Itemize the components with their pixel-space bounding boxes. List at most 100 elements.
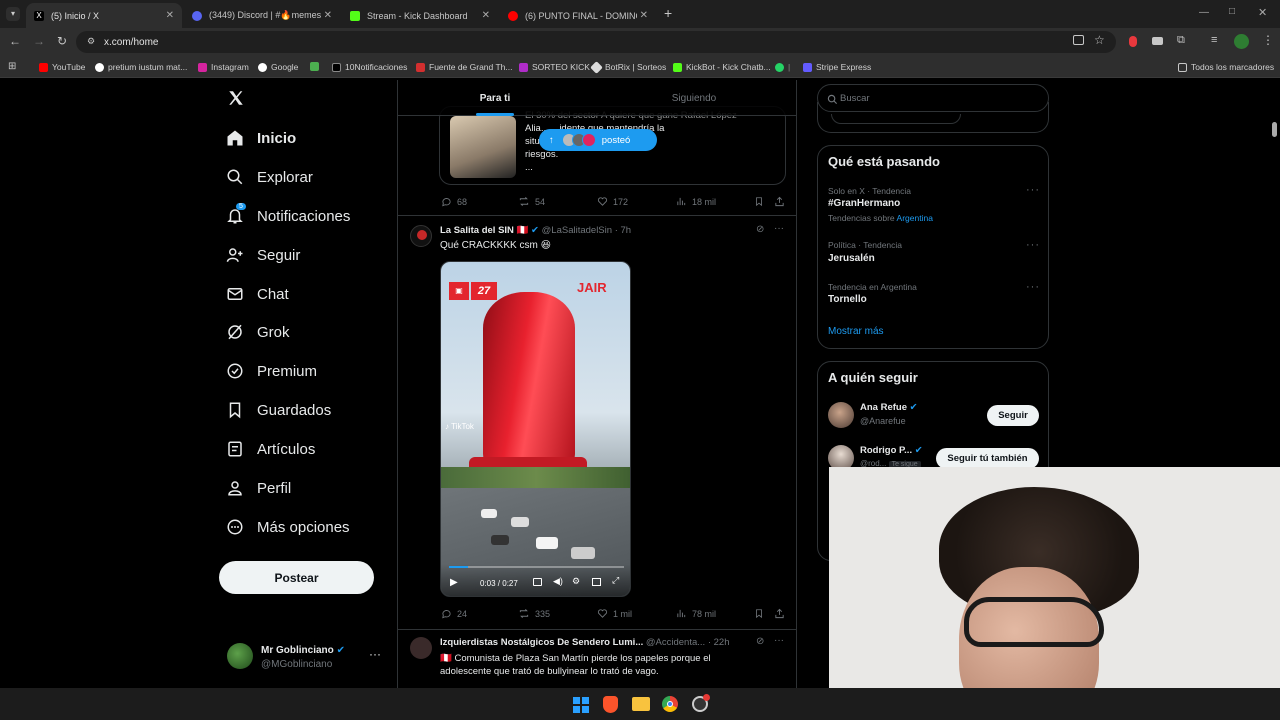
bookmark-star-icon[interactable]: ☆ xyxy=(1094,33,1105,47)
previous-widget-button[interactable] xyxy=(831,114,961,124)
sidebar-item-premium[interactable]: Premium xyxy=(226,356,317,386)
sidebar-item-notificaciones[interactable]: 5 Notificaciones xyxy=(226,201,350,231)
sidebar-item-grok[interactable]: Grok xyxy=(226,317,290,347)
trend-more-icon[interactable]: ··· xyxy=(1026,281,1040,293)
back-icon[interactable]: ← xyxy=(9,34,21,48)
post-time[interactable]: · 7h xyxy=(615,225,631,236)
bookmark-stripe[interactable]: Stripe Express xyxy=(803,62,871,72)
address-bar[interactable] xyxy=(76,31,1116,53)
maximize-icon[interactable]: □ xyxy=(1229,6,1235,17)
apps-grid-icon[interactable]: ⊞ xyxy=(8,61,16,72)
extension-record-icon[interactable] xyxy=(1129,36,1137,47)
account-switcher[interactable]: Mr Goblinciano ✔ @MGoblinciano ··· xyxy=(219,635,389,675)
close-tab-icon[interactable]: ✕ xyxy=(324,10,332,21)
obs-icon[interactable] xyxy=(692,694,710,712)
sidebar-item-chat[interactable]: Chat xyxy=(226,279,289,309)
pip-icon[interactable] xyxy=(592,578,601,586)
trend-name[interactable]: #GranHermano xyxy=(828,198,900,209)
follow-back-button[interactable]: Seguir tú también xyxy=(936,448,1039,469)
bookmark-instagram[interactable]: Instagram xyxy=(198,62,249,72)
repost-button[interactable]: 54 xyxy=(518,196,545,207)
browser-tab-kick[interactable]: Stream - Kick Dashboard ✕ xyxy=(342,3,498,28)
posted-pill[interactable]: ↑ posteó xyxy=(539,129,657,151)
bookmark-post-icon[interactable] xyxy=(754,608,769,619)
bookmark-10notificaciones[interactable]: 10Notificaciones xyxy=(332,62,407,72)
chrome-icon[interactable] xyxy=(662,696,678,712)
post-button[interactable]: Postear xyxy=(219,561,374,594)
brave-icon[interactable] xyxy=(603,696,618,713)
site-info-icon[interactable]: ⚙ xyxy=(87,36,95,47)
browser-tab-x[interactable]: X (5) Inicio / X ✕ xyxy=(26,3,182,28)
settings-icon[interactable]: ⚙ xyxy=(572,576,580,587)
share-icon[interactable] xyxy=(774,608,790,619)
repost-button[interactable]: 335 xyxy=(518,608,550,619)
scrollbar-thumb[interactable] xyxy=(1272,122,1277,137)
forward-icon[interactable]: → xyxy=(33,34,45,48)
sidebar-item-articulos[interactable]: Artículos xyxy=(226,434,315,464)
like-button[interactable]: 1 mil xyxy=(597,608,632,619)
sidebar-item-seguir[interactable]: Seguir xyxy=(226,240,300,270)
cast-icon[interactable] xyxy=(1073,35,1084,45)
author-handle[interactable]: @Accidenta... xyxy=(646,637,705,648)
extensions-puzzle-icon[interactable]: ⧉ xyxy=(1177,34,1185,47)
follow-button[interactable]: Seguir xyxy=(987,405,1039,426)
sidebar-item-explorar[interactable]: Explorar xyxy=(226,162,313,192)
browser-tab-youtube[interactable]: (6) PUNTO FINAL - DOMINGO 1 ✕ xyxy=(500,3,656,28)
media-icon[interactable]: ≡ xyxy=(1211,34,1217,46)
sidebar-item-mas-opciones[interactable]: Más opciones xyxy=(226,512,350,542)
close-window-icon[interactable]: ✕ xyxy=(1258,6,1267,19)
bookmark-post-icon[interactable] xyxy=(754,196,769,207)
grok-post-icon[interactable]: ⊘ xyxy=(756,636,764,647)
minimize-icon[interactable]: — xyxy=(1199,7,1209,18)
sidebar-item-inicio[interactable]: Inicio xyxy=(226,123,296,153)
trend-more-icon[interactable]: ··· xyxy=(1026,184,1040,196)
trend-more-icon[interactable]: ··· xyxy=(1026,239,1040,251)
suggestion-name[interactable]: Rodrigo P... ✔ xyxy=(860,445,923,456)
video-progress[interactable] xyxy=(449,566,624,568)
extension-icon[interactable] xyxy=(1152,37,1163,45)
like-button[interactable]: 172 xyxy=(597,196,628,207)
author-name[interactable]: La Salita del SIN xyxy=(440,225,514,236)
bookmark-pretium[interactable]: pretium iustum mat... xyxy=(95,62,187,72)
share-icon[interactable] xyxy=(774,196,790,207)
close-tab-icon[interactable]: ✕ xyxy=(482,10,490,21)
post-more-icon[interactable]: ··· xyxy=(774,223,784,234)
trend-name[interactable]: Tornello xyxy=(828,294,867,305)
volume-icon[interactable]: ◀) xyxy=(553,576,563,587)
file-explorer-icon[interactable] xyxy=(632,697,650,711)
suggestion-name[interactable]: Ana Refue ✔ xyxy=(860,402,918,413)
play-icon[interactable]: ▶ xyxy=(450,577,458,588)
browser-tab-discord[interactable]: (3449) Discord | #🔥memes ✕ xyxy=(184,3,340,28)
sidebar-item-perfil[interactable]: Perfil xyxy=(226,473,291,503)
bookmark-google[interactable]: Google xyxy=(258,62,298,72)
views-button[interactable]: 18 mil xyxy=(676,196,716,207)
profile-avatar[interactable] xyxy=(1234,34,1249,49)
account-more-icon[interactable]: ··· xyxy=(369,647,381,661)
bookmark-botrix[interactable]: BotRix | Sorteos xyxy=(590,60,666,74)
bookmark-whatsapp[interactable]: | xyxy=(775,62,790,72)
reload-icon[interactable]: ↻ xyxy=(57,34,67,48)
post-avatar[interactable] xyxy=(410,225,432,247)
views-button[interactable]: 78 mil xyxy=(676,608,716,619)
close-tab-icon[interactable]: ✕ xyxy=(640,10,648,21)
bookmark-pinwheel[interactable] xyxy=(310,62,323,71)
bookmark-youtube[interactable]: YouTube xyxy=(39,62,85,72)
captions-icon[interactable] xyxy=(533,578,542,586)
author-handle[interactable]: @LaSalitadelSin xyxy=(542,225,612,236)
windows-start-icon[interactable] xyxy=(573,697,589,713)
tab-search-icon[interactable]: ▾ xyxy=(6,7,20,21)
all-bookmarks[interactable]: Todos los marcadores xyxy=(1178,62,1274,72)
post-more-icon[interactable]: ··· xyxy=(774,635,784,646)
x-logo-icon[interactable] xyxy=(227,89,245,107)
bookmark-grand-theft[interactable]: Fuente de Grand Th... xyxy=(416,62,512,72)
fullscreen-icon[interactable]: ⤢ xyxy=(612,575,619,586)
tab-para-ti[interactable]: Para ti xyxy=(398,80,592,116)
bookmark-sorteo-kick[interactable]: SORTEO KICK xyxy=(519,62,590,72)
sidebar-item-guardados[interactable]: Guardados xyxy=(226,395,331,425)
trend-name[interactable]: Jerusalén xyxy=(828,253,875,264)
new-tab-icon[interactable]: + xyxy=(664,5,672,21)
post-avatar[interactable] xyxy=(410,637,432,659)
bookmark-kickbot[interactable]: KickBot - Kick Chatb... xyxy=(673,62,771,72)
video-player[interactable]: ▣ 27 JAIR ♪ TikTok ▶ 0:03 / 0:27 ◀) ⚙ ⤢ xyxy=(440,261,631,597)
reply-button[interactable]: 68 xyxy=(441,196,467,207)
